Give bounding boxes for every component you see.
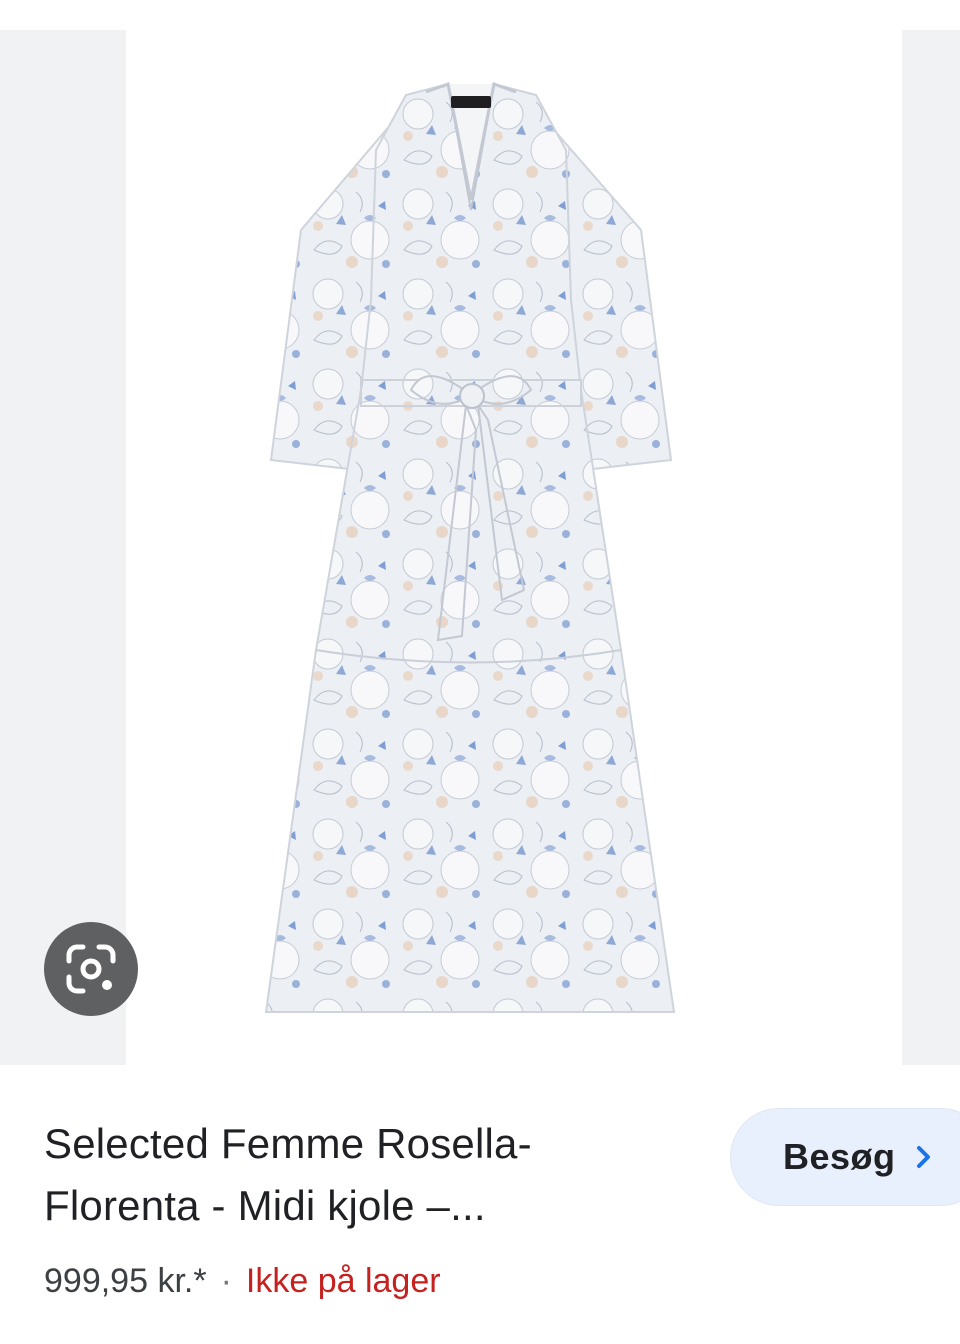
next-image-peek[interactable]: [902, 30, 960, 1065]
product-title-line-2: Florenta - Midi kjole –...: [44, 1182, 486, 1229]
image-result-page: Selected Femme Rosella- Florenta - Midi …: [0, 0, 960, 1344]
product-title[interactable]: Selected Femme Rosella- Florenta - Midi …: [44, 1113, 684, 1237]
price-row: 999,95 kr.* · Ikke på lager: [44, 1262, 441, 1301]
visit-button-label: Besøg: [783, 1136, 896, 1177]
google-lens-button[interactable]: [44, 922, 138, 1016]
previous-image-peek[interactable]: [0, 30, 126, 1065]
stock-status: Ikke på lager: [245, 1262, 441, 1300]
visit-button[interactable]: Besøg: [730, 1108, 960, 1206]
price: 999,95 kr.*: [44, 1262, 207, 1300]
google-lens-icon: [66, 944, 116, 994]
chevron-right-icon: [914, 1143, 934, 1171]
product-image[interactable]: [126, 0, 902, 1065]
separator-dot: ·: [220, 1262, 232, 1300]
floral-dress-image: [264, 81, 676, 1013]
product-title-line-1: Selected Femme Rosella-: [44, 1120, 532, 1167]
